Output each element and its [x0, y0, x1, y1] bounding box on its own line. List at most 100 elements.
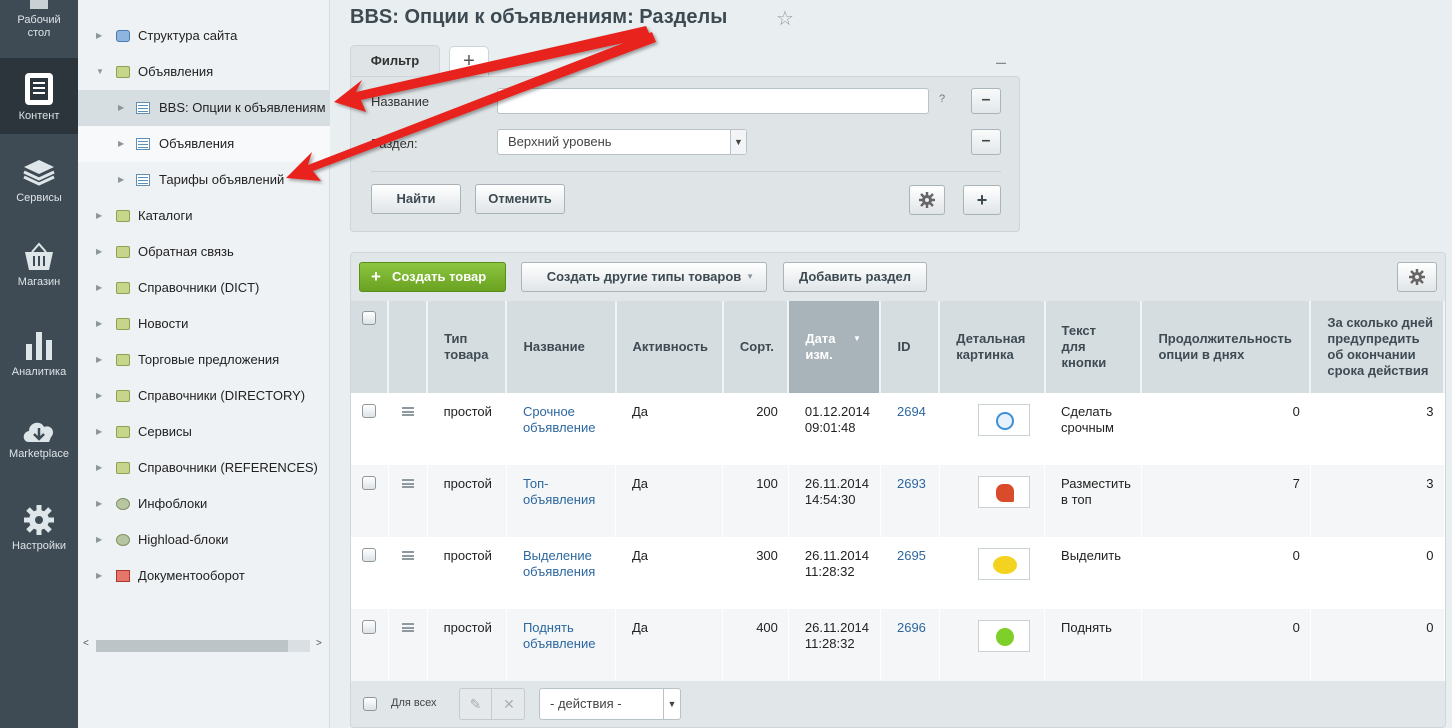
nav-analytics[interactable]: Аналитика	[0, 328, 78, 388]
detail-picture-thumbnail[interactable]	[977, 476, 1030, 508]
tree-item-offers[interactable]: ▶ Торговые предложения	[78, 342, 330, 378]
filter-section-select[interactable]: Верхний уровень ▼	[497, 129, 747, 155]
tree-item-docflow[interactable]: ▶ Документооборот	[78, 558, 330, 594]
favorite-star-icon[interactable]: ☆	[776, 6, 794, 31]
nav-settings[interactable]: Настройки	[0, 504, 78, 564]
tree-item-ad-tariffs[interactable]: ▶ Тарифы объявлений	[78, 162, 330, 198]
element-id-link[interactable]: 2696	[897, 620, 926, 635]
header-button-text[interactable]: Текст для кнопки	[1044, 301, 1143, 393]
expand-arrow-icon[interactable]: ▶	[118, 162, 124, 198]
remove-section-field-button[interactable]: –	[971, 129, 1001, 155]
expand-arrow-icon[interactable]: ▶	[96, 270, 102, 306]
header-picture[interactable]: Детальная картинка	[939, 301, 1046, 393]
add-filter-field-button[interactable]: +	[963, 185, 1001, 215]
row-menu-cell[interactable]	[388, 393, 428, 465]
row-checkbox[interactable]	[362, 620, 376, 634]
nav-marketplace[interactable]: Marketplace	[0, 416, 78, 476]
header-duration[interactable]: Продолжительность опции в днях	[1141, 301, 1312, 393]
detail-picture-thumbnail[interactable]	[977, 548, 1030, 580]
group-actions-select[interactable]: - действия - ▼	[539, 688, 681, 720]
row-checkbox[interactable]	[362, 404, 376, 418]
expand-arrow-icon[interactable]: ▶	[96, 18, 102, 54]
table-row[interactable]: простой Выделение объявления Да 300 26.1…	[351, 537, 1445, 609]
row-checkbox-cell[interactable]	[351, 537, 389, 609]
expand-arrow-icon[interactable]: ▶	[118, 90, 124, 126]
row-checkbox[interactable]	[362, 548, 376, 562]
expand-arrow-icon[interactable]: ▶	[96, 486, 102, 522]
element-id-link[interactable]: 2695	[897, 548, 926, 563]
header-id[interactable]: ID	[880, 301, 941, 393]
row-menu-cell[interactable]	[388, 609, 428, 681]
scroll-left-icon[interactable]: <	[83, 638, 89, 649]
expand-arrow-icon[interactable]: ▶	[96, 234, 102, 270]
row-menu-icon[interactable]	[401, 623, 414, 632]
remove-name-field-button[interactable]: –	[971, 88, 1001, 114]
filter-settings-button[interactable]	[909, 185, 945, 215]
create-product-button[interactable]: + Создать товар	[359, 262, 506, 292]
expand-arrow-icon[interactable]: ▶	[96, 450, 102, 486]
filter-name-input[interactable]	[497, 88, 929, 114]
select-all-checkbox[interactable]	[362, 311, 376, 325]
header-sort[interactable]: Сорт.	[722, 301, 790, 393]
row-menu-icon[interactable]	[401, 479, 414, 488]
tree-item-directory[interactable]: ▶ Справочники (DIRECTORY)	[78, 378, 330, 414]
row-menu-icon[interactable]	[401, 407, 414, 416]
tree-horizontal-scrollbar[interactable]: < >	[78, 636, 330, 656]
row-checkbox-cell[interactable]	[351, 465, 389, 537]
tree-item-news[interactable]: ▶ Новости	[78, 306, 330, 342]
filter-tab[interactable]: Фильтр	[350, 45, 440, 77]
table-row[interactable]: простой Срочное объявление Да 200 01.12.…	[351, 393, 1445, 465]
nav-content[interactable]: Контент	[0, 58, 78, 134]
element-id-link[interactable]: 2693	[897, 476, 926, 491]
filter-collapse-button[interactable]: –	[996, 52, 1006, 73]
tree-item-references[interactable]: ▶ Справочники (REFERENCES)	[78, 450, 330, 486]
expand-arrow-icon[interactable]: ▶	[96, 378, 102, 414]
tree-item-ads[interactable]: ▼ Объявления	[78, 54, 330, 90]
row-checkbox-cell[interactable]	[351, 393, 389, 465]
help-icon[interactable]: ?	[939, 93, 945, 105]
header-notify-days[interactable]: За сколько дней предупредить об окончани…	[1310, 301, 1445, 393]
expand-arrow-icon[interactable]: ▶	[96, 198, 102, 234]
detail-picture-thumbnail[interactable]	[977, 620, 1030, 652]
tree-item-infoblocks[interactable]: ▶ Инфоблоки	[78, 486, 330, 522]
table-row[interactable]: простой Поднять объявление Да 400 26.11.…	[351, 609, 1445, 681]
row-menu-icon[interactable]	[401, 551, 414, 560]
expand-arrow-icon[interactable]: ▶	[96, 558, 102, 594]
element-name-link[interactable]: Поднять объявление	[523, 620, 596, 651]
tree-item-catalogs[interactable]: ▶ Каталоги	[78, 198, 330, 234]
expand-arrow-icon[interactable]: ▶	[118, 126, 124, 162]
add-filter-tab-button[interactable]: +	[449, 46, 489, 76]
header-date-sorted[interactable]: Дата изм. ▼	[788, 301, 882, 393]
row-checkbox-cell[interactable]	[351, 609, 389, 681]
apply-to-all-checkbox[interactable]	[363, 697, 377, 711]
header-type[interactable]: Тип товара	[427, 301, 508, 393]
select-all-checkbox-cell[interactable]	[351, 301, 390, 393]
header-active[interactable]: Активность	[615, 301, 724, 393]
nav-services[interactable]: Сервисы	[0, 158, 78, 218]
expand-arrow-icon[interactable]: ▶	[96, 306, 102, 342]
tree-item-feedback[interactable]: ▶ Обратная связь	[78, 234, 330, 270]
add-section-button[interactable]: Добавить раздел	[783, 262, 927, 292]
tree-item-dict[interactable]: ▶ Справочники (DICT)	[78, 270, 330, 306]
element-name-link[interactable]: Срочное объявление	[523, 404, 596, 435]
tree-item-services[interactable]: ▶ Сервисы	[78, 414, 330, 450]
tree-item-highload[interactable]: ▶ Highload-блоки	[78, 522, 330, 558]
table-row[interactable]: простой Топ-объявления Да 100 26.11.2014…	[351, 465, 1445, 537]
cancel-button[interactable]: Отменить	[475, 184, 565, 214]
tree-item-bbs-options[interactable]: ▶ BBS: Опции к объявлениям	[78, 90, 330, 126]
expand-arrow-icon[interactable]: ▶	[96, 414, 102, 450]
list-settings-button[interactable]	[1397, 262, 1437, 292]
detail-picture-thumbnail[interactable]	[977, 404, 1030, 436]
element-name-link[interactable]: Выделение объявления	[523, 548, 595, 579]
edit-pencil-icon[interactable]: ✎	[460, 689, 492, 719]
tree-item-site-structure[interactable]: ▶ Структура сайта	[78, 18, 330, 54]
expand-arrow-icon[interactable]: ▶	[96, 522, 102, 558]
collapse-arrow-icon[interactable]: ▼	[96, 54, 104, 90]
element-name-link[interactable]: Топ-объявления	[523, 476, 595, 507]
expand-arrow-icon[interactable]: ▶	[96, 342, 102, 378]
header-name[interactable]: Название	[506, 301, 617, 393]
scroll-thumb[interactable]	[96, 640, 288, 652]
scroll-right-icon[interactable]: >	[316, 638, 322, 649]
element-id-link[interactable]: 2694	[897, 404, 926, 419]
delete-x-icon[interactable]: ✕	[493, 689, 525, 719]
